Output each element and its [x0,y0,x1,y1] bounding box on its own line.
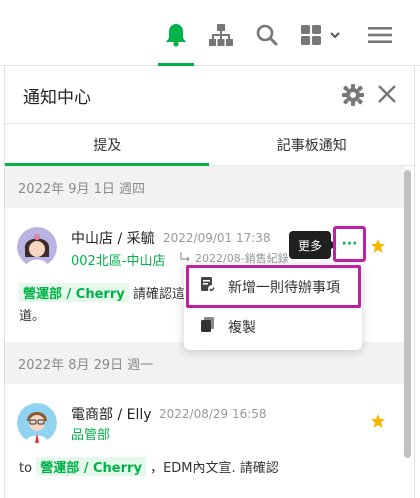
more-options-button[interactable]: ··· [333,226,366,262]
top-bar [0,0,420,66]
menu-item-add-todo[interactable]: 新增一則待辦事項 [184,268,362,306]
avatar [17,403,57,443]
copy-icon [200,316,216,338]
message-line: to 營運部 / Cherry ，EDM內文宣. 請確認 [19,457,279,476]
tab-mentions[interactable]: 提及 [5,124,210,166]
message-line: 營運部 / Cherry 請確認這 [19,283,185,302]
org-chart-icon[interactable] [207,22,235,48]
menu-item-label: 複製 [228,320,256,336]
sender-name: 中山店 / 采毓 [71,231,155,247]
mention-tag[interactable]: 營運部 / Cherry [36,457,146,476]
message-text: ，EDM內文宣. 請確認 [150,461,279,476]
sender-name: 電商部 / Elly [71,407,152,423]
gear-icon[interactable] [342,84,364,106]
panel-title: 通知中心 [23,88,91,108]
star-icon[interactable] [370,238,386,254]
menu-item-copy[interactable]: 複製 [184,308,362,346]
tab-board-notifications[interactable]: 記事板通知 [210,124,415,166]
add-todo-icon [200,276,216,298]
avatar [17,227,57,267]
scrollbar-thumb[interactable] [404,170,411,458]
mention-tag[interactable]: 營運部 / Cherry [19,283,129,302]
date-header: 2022年 9月 1日 週四 [5,166,405,208]
timestamp: 2022/08/29 16:58 [159,407,267,421]
department[interactable]: 品管部 [71,424,110,443]
hamburger-menu-icon[interactable] [366,22,394,48]
message-text: 請確認這 [132,287,185,302]
close-icon[interactable] [376,83,398,105]
bell-icon[interactable] [162,22,190,48]
star-icon[interactable] [370,413,386,429]
menu-item-label: 新增一則待辦事項 [228,280,340,296]
more-dots-icon: ··· [341,236,358,252]
apps-icon[interactable] [298,22,344,48]
scrollbar[interactable] [404,170,412,498]
panel-header: 通知中心 [5,66,414,124]
message-prefix: to [19,461,33,476]
message-text-continued: 道。 [19,309,46,324]
department[interactable]: 002北區-中山店 [71,250,166,269]
more-options-menu: 新增一則待辦事項 複製 [184,264,362,350]
timestamp: 2022/09/01 17:38 [163,231,271,245]
search-icon[interactable] [254,22,280,48]
more-tooltip: 更多 [289,231,337,259]
tab-bar: 提及 記事板通知 [5,124,414,166]
